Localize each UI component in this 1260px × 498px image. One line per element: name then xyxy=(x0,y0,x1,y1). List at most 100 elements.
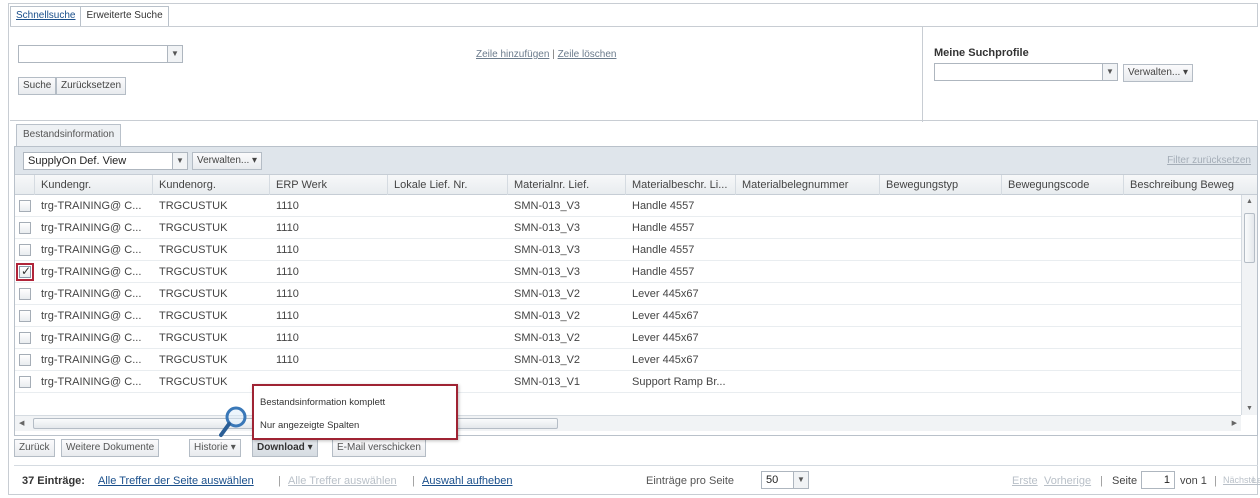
table-cell: SMN-013_V2 xyxy=(514,310,581,322)
column-header[interactable]: Bewegungstyp xyxy=(880,175,1002,195)
table-cell: SMN-013_V3 xyxy=(514,244,581,256)
chevron-down-icon: ▾ xyxy=(252,155,258,166)
table-cell: TRGCUSTUK xyxy=(159,244,228,256)
table-cell: Lever 445x67 xyxy=(632,354,699,366)
table-cell: 1110 xyxy=(276,310,299,322)
table-row[interactable]: trg-TRAINING@ C... TRGCUSTUK SMN-013_V1 Sup… xyxy=(15,371,1241,393)
table-cell: Lever 445x67 xyxy=(632,332,699,344)
horizontal-scrollbar[interactable]: ◀ ▶ xyxy=(15,415,1241,431)
download-button[interactable]: Download ▾ xyxy=(252,439,318,457)
table-cell: Handle 4557 xyxy=(632,200,695,212)
clear-selection-link[interactable]: Auswahl aufheben xyxy=(422,475,513,487)
more-documents-button[interactable]: Weitere Dokumente xyxy=(61,439,160,457)
column-header[interactable]: Bewegungscode xyxy=(1002,175,1124,195)
table-row[interactable]: trg-TRAINING@ C... TRGCUSTUK 1110 SMN-013_V… xyxy=(15,305,1241,327)
table-cell xyxy=(388,327,508,349)
table-cell: TRGCUSTUK xyxy=(159,266,228,278)
page-total: von 1 xyxy=(1180,475,1207,487)
column-header[interactable]: Kundengr. xyxy=(35,175,153,195)
column-header[interactable]: Lokale Lief. Nr. xyxy=(388,175,508,195)
table-cell: Handle 4557 xyxy=(632,266,695,278)
tab-quick-search[interactable]: Schnellsuche xyxy=(10,6,82,26)
tab-stock-information[interactable]: Bestandsinformation xyxy=(16,124,122,146)
row-checkbox[interactable] xyxy=(19,376,31,388)
scroll-down-icon[interactable]: ▼ xyxy=(1246,405,1253,412)
table-row[interactable]: trg-TRAINING@ C... TRGCUSTUK 1110 SMN-013_V… xyxy=(15,239,1241,261)
column-header[interactable]: Materialnr. Lief. xyxy=(508,175,626,195)
filter-reset-link[interactable]: Filter zurücksetzen xyxy=(1167,155,1251,166)
view-manage-button[interactable]: Verwalten... ▾ xyxy=(192,152,263,170)
column-header[interactable]: Kundenorg. xyxy=(153,175,270,195)
select-all-link[interactable]: Alle Treffer auswählen xyxy=(288,475,397,487)
column-header[interactable]: Materialbelegnummer xyxy=(736,175,880,195)
table-row[interactable]: trg-TRAINING@ C... TRGCUSTUK 1110 SMN-013_V… xyxy=(15,195,1241,217)
search-criteria-select[interactable]: ▼ xyxy=(18,45,183,63)
separator: | xyxy=(412,475,415,487)
profiles-manage-button[interactable]: Verwalten... ▾ xyxy=(1123,64,1194,82)
tab-advanced-search[interactable]: Erweiterte Suche xyxy=(80,6,169,26)
table-row[interactable]: trg-TRAINING@ C... TRGCUSTUK 1110 SMN-013_V… xyxy=(15,327,1241,349)
last-page-link[interactable]: Letzte xyxy=(1252,475,1260,485)
search-button[interactable]: Suche xyxy=(18,77,57,95)
table-cell xyxy=(388,239,508,261)
column-header[interactable]: ERP Werk xyxy=(270,175,388,195)
table-cell xyxy=(388,217,508,239)
table-cell: Handle 4557 xyxy=(632,244,695,256)
table-cell: Lever 445x67 xyxy=(632,288,699,300)
menu-item-visible-columns[interactable]: Nur angezeigte Spalten xyxy=(260,420,359,431)
table-cell: SMN-013_V3 xyxy=(514,222,581,234)
menu-item-complete[interactable]: Bestandsinformation komplett xyxy=(260,397,385,408)
table-cell: SMN-013_V2 xyxy=(514,354,581,366)
table-cell: Lever 445x67 xyxy=(632,310,699,322)
table-cell: TRGCUSTUK xyxy=(159,200,228,212)
profile-select[interactable]: ▼ xyxy=(934,63,1118,81)
table-cell xyxy=(388,283,508,305)
first-page-link[interactable]: Erste xyxy=(1012,475,1038,487)
grid-toolbar: SupplyOn Def. View ▼ Verwalten... ▾ Filt… xyxy=(15,147,1257,175)
per-page-select[interactable]: 50 ▼ xyxy=(761,471,809,489)
table-cell: TRGCUSTUK xyxy=(159,288,228,300)
table-cell: trg-TRAINING@ C... xyxy=(41,200,142,212)
table-row[interactable]: trg-TRAINING@ C... TRGCUSTUK 1110 SMN-013_V… xyxy=(15,261,1241,283)
back-button[interactable]: Zurück xyxy=(14,439,55,457)
vertical-scrollbar[interactable]: ▲ ▼ xyxy=(1241,195,1257,415)
row-checkbox[interactable] xyxy=(19,200,31,212)
search-panel: ▼ Suche Zurücksetzen Zeile hinzufügen | … xyxy=(10,26,1258,122)
row-actions: Zeile hinzufügen | Zeile löschen xyxy=(476,49,616,60)
chevron-down-icon: ▼ xyxy=(793,472,808,488)
column-header[interactable]: Materialbeschr. Li... xyxy=(626,175,736,195)
header-select-column xyxy=(15,175,35,195)
table-cell: SMN-013_V2 xyxy=(514,332,581,344)
scroll-up-icon[interactable]: ▲ xyxy=(1246,198,1253,205)
scroll-thumb[interactable] xyxy=(1244,213,1255,263)
page-label: Seite xyxy=(1112,475,1138,487)
send-email-button[interactable]: E-Mail verschicken xyxy=(332,439,426,457)
scroll-right-icon[interactable]: ▶ xyxy=(1232,419,1237,427)
table-row[interactable]: trg-TRAINING@ C... TRGCUSTUK 1110 SMN-013_V… xyxy=(15,349,1241,371)
page-number-input[interactable]: 1 xyxy=(1141,471,1175,489)
scroll-left-icon[interactable]: ◀ xyxy=(19,419,24,427)
table-row[interactable]: trg-TRAINING@ C... TRGCUSTUK 1110 SMN-013_V… xyxy=(15,217,1241,239)
add-row-link[interactable]: Zeile hinzufügen xyxy=(476,49,549,60)
row-checkbox[interactable] xyxy=(19,332,31,344)
select-page-link[interactable]: Alle Treffer der Seite auswählen xyxy=(98,475,254,487)
view-select[interactable]: SupplyOn Def. View ▼ xyxy=(23,152,188,170)
row-checkbox[interactable] xyxy=(19,354,31,366)
column-header[interactable]: Beschreibung Beweg xyxy=(1124,175,1259,195)
row-checkbox[interactable] xyxy=(19,244,31,256)
row-checkbox[interactable] xyxy=(19,310,31,322)
table-cell xyxy=(388,261,508,283)
reset-button[interactable]: Zurücksetzen xyxy=(56,77,127,95)
table-cell xyxy=(388,305,508,327)
link-separator: | xyxy=(552,49,555,60)
row-checkbox[interactable] xyxy=(19,288,31,300)
table-cell: 1110 xyxy=(276,200,299,212)
table-row[interactable]: trg-TRAINING@ C... TRGCUSTUK 1110 SMN-013_V… xyxy=(15,283,1241,305)
chevron-down-icon: ▾ xyxy=(307,442,313,453)
chevron-down-icon: ▼ xyxy=(167,46,182,62)
row-checkbox[interactable] xyxy=(19,222,31,234)
delete-row-link[interactable]: Zeile löschen xyxy=(558,49,617,60)
previous-page-link[interactable]: Vorherige xyxy=(1044,475,1091,487)
history-button[interactable]: Historie ▾ xyxy=(189,439,241,457)
table-cell: trg-TRAINING@ C... xyxy=(41,354,142,366)
